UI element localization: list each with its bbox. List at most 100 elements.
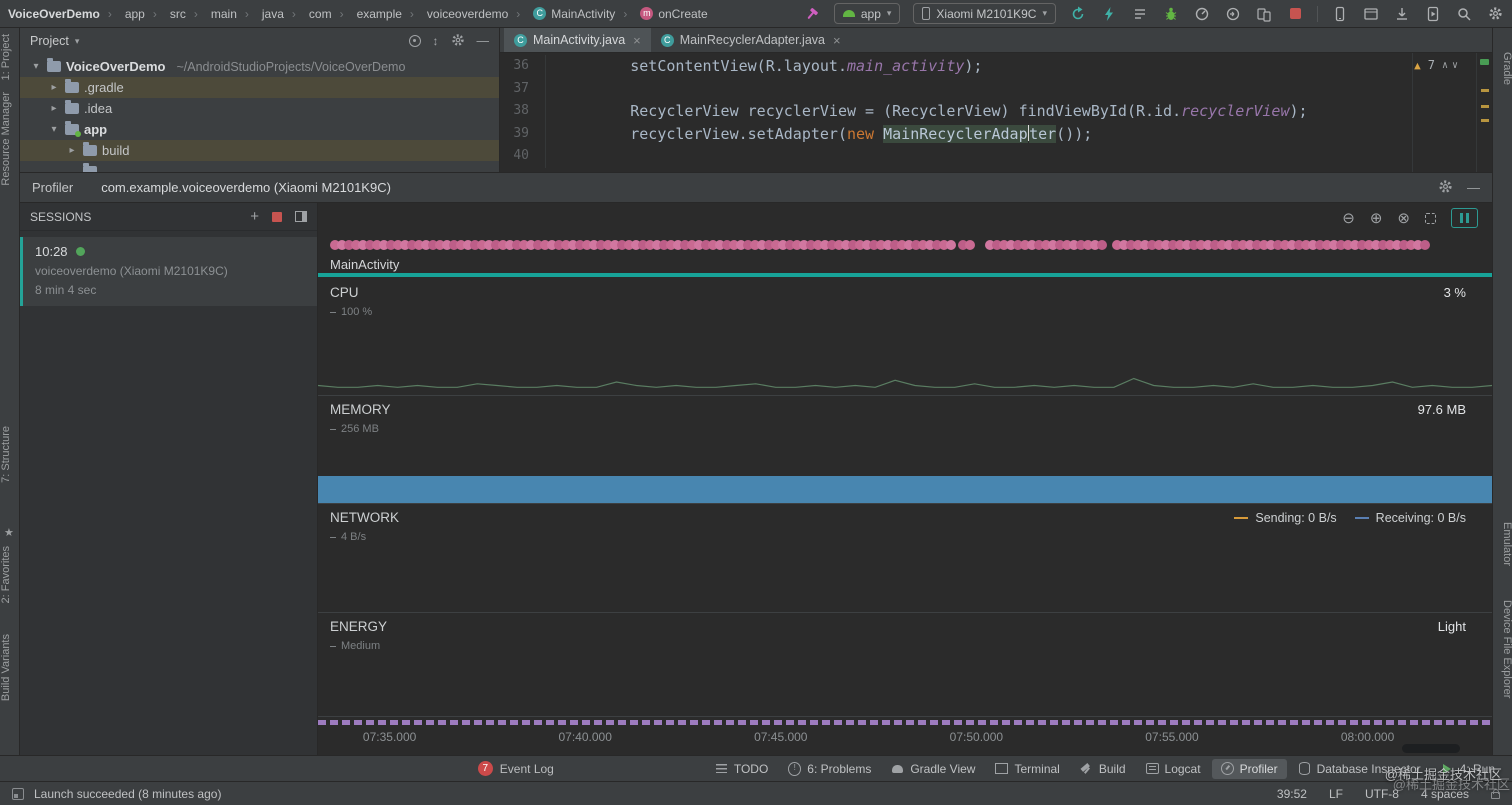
toolwindow-button[interactable]: Gradle View	[882, 759, 984, 779]
pause-live-button[interactable]	[1451, 208, 1478, 228]
breadcrumb-item[interactable]: example	[332, 7, 402, 21]
toolwindow-switcher-icon[interactable]	[12, 788, 24, 800]
favorites-star-icon[interactable]: ★	[4, 526, 14, 539]
breadcrumb-item[interactable]: VoiceOverDemo	[8, 7, 100, 21]
device-manager-icon[interactable]	[1331, 5, 1349, 23]
readonly-lock-icon[interactable]	[1491, 792, 1500, 799]
toolwindow-button[interactable]: 4: Run	[1432, 759, 1504, 779]
cpu-section[interactable]: CPU 3 % 100 %	[318, 279, 1492, 396]
prev-next-warning-icons[interactable]: ∧∨	[1442, 60, 1462, 71]
apply-changes-icon[interactable]	[1100, 5, 1118, 23]
close-tab-icon[interactable]: ×	[833, 33, 841, 48]
chevron-down-icon[interactable]: ▾	[75, 36, 80, 47]
tree-chevron-icon[interactable]: ▾	[30, 61, 42, 72]
add-session-icon[interactable]: +	[250, 209, 259, 224]
stop-icon[interactable]	[1286, 5, 1304, 23]
breadcrumb-item[interactable]: app	[100, 7, 145, 21]
toolwindow-button[interactable]: Build	[1071, 759, 1135, 779]
breadcrumb-item[interactable]: voiceoverdemo	[402, 7, 508, 21]
run-config-select[interactable]: app ▾	[834, 3, 901, 24]
energy-section[interactable]: ENERGY Light Medium	[318, 613, 1492, 717]
device-select[interactable]: Xiaomi M2101K9C ▾	[913, 3, 1056, 24]
toolwindow-stripe-button[interactable]: 7: Structure	[0, 426, 20, 483]
tree-row[interactable]: ▸ .idea	[20, 98, 499, 119]
locate-file-icon[interactable]	[409, 35, 421, 47]
toolwindow-button[interactable]: TODO	[706, 759, 777, 779]
profiler-session-tab[interactable]: com.example.voiceoverdemo (Xiaomi M2101K…	[101, 180, 391, 195]
toolwindow-stripe-button[interactable]: Resource Manager	[0, 92, 20, 186]
tree-chevron-icon[interactable]: ▸	[66, 145, 78, 156]
editor-tab[interactable]: MainRecyclerAdapter.java ×	[651, 28, 851, 52]
sdk-manager-icon[interactable]	[1393, 5, 1411, 23]
toolwindow-stripe-button[interactable]: Device File Explorer	[1493, 600, 1512, 698]
attach-debugger-icon[interactable]	[1224, 5, 1242, 23]
toolwindow-button[interactable]: Terminal	[986, 759, 1068, 779]
panel-settings-gear-icon[interactable]	[451, 33, 465, 50]
toolwindow-button[interactable]: Logcat	[1137, 759, 1210, 779]
activity-row[interactable]: MainActivity	[318, 257, 1492, 279]
tree-chevron-icon[interactable]: ▾	[48, 124, 60, 135]
debug-icon[interactable]	[1162, 5, 1180, 23]
hide-panel-icon[interactable]: —	[477, 34, 490, 48]
breadcrumb-item[interactable]: MainActivity	[508, 7, 615, 21]
multi-device-icon[interactable]	[1255, 5, 1273, 23]
tree-row[interactable]: ▸ build	[20, 140, 499, 161]
warning-stripe-mark[interactable]	[1481, 119, 1489, 122]
avd-manager-icon[interactable]	[1424, 5, 1442, 23]
code-line[interactable]: 40	[500, 145, 1476, 168]
event-log-button[interactable]: 7 Event Log	[478, 761, 554, 776]
collapse-panel-icon[interactable]	[295, 211, 307, 222]
layout-inspector-icon[interactable]	[1362, 5, 1380, 23]
search-everywhere-icon[interactable]	[1455, 5, 1473, 23]
toolwindow-button[interactable]: Database Inspector	[1289, 759, 1430, 779]
hammer-icon[interactable]	[803, 5, 821, 23]
cursor-position-widget[interactable]: 39:52	[1277, 787, 1307, 801]
rerun-activity-icon[interactable]	[1069, 5, 1087, 23]
code-editor[interactable]: 36 setContentView(R.layout.main_activity…	[500, 53, 1492, 172]
stop-session-icon[interactable]	[272, 212, 282, 222]
toolwindow-stripe-button[interactable]: 1: Project	[0, 34, 20, 80]
breadcrumb-item[interactable]: java	[237, 7, 284, 21]
breadcrumb-item[interactable]: onCreate	[615, 7, 707, 21]
encoding-widget[interactable]: UTF-8	[1365, 787, 1399, 801]
code-line[interactable]: 39 recyclerView.setAdapter(new MainRecyc…	[500, 123, 1476, 146]
session-item[interactable]: 10:28 voiceoverdemo (Xiaomi M2101K9C) 8 …	[20, 237, 317, 306]
code-line[interactable]: 38 RecyclerView recyclerView = (Recycler…	[500, 100, 1476, 123]
code-line[interactable]: 36 setContentView(R.layout.main_activity…	[500, 55, 1476, 78]
close-tab-icon[interactable]: ×	[633, 33, 641, 48]
profiler-tab[interactable]: Profiler	[32, 180, 73, 195]
toolwindow-stripe-button[interactable]: Gradle	[1493, 52, 1512, 85]
warning-stripe-mark[interactable]	[1481, 89, 1489, 92]
line-separator-widget[interactable]: LF	[1329, 787, 1343, 801]
collapse-all-icon[interactable]: ↕	[433, 34, 439, 48]
inspections-widget[interactable]: ▲ 7 ∧∨	[1414, 58, 1462, 72]
zoom-to-selection-icon[interactable]	[1425, 213, 1436, 224]
network-section[interactable]: NETWORK Sending: 0 B/s Receiving: 0 B/s	[318, 504, 1492, 613]
error-stripe[interactable]	[1476, 53, 1492, 172]
timeline[interactable]: 07:35.00007:40.00007:45.00007:50.00007:5…	[318, 717, 1492, 755]
breadcrumb-item[interactable]: com	[284, 7, 332, 21]
profiler-settings-gear-icon[interactable]	[1438, 179, 1453, 197]
settings-gear-icon[interactable]	[1486, 5, 1504, 23]
zoom-in-icon[interactable]: ⊕	[1370, 211, 1383, 226]
tree-row[interactable]: ▾ app	[20, 119, 499, 140]
profile-gauge-icon[interactable]	[1193, 5, 1211, 23]
tree-chevron-icon[interactable]: ▸	[48, 103, 60, 114]
minimize-panel-icon[interactable]: —	[1467, 180, 1480, 195]
zoom-out-icon[interactable]: ⊖	[1342, 211, 1355, 226]
tree-row[interactable]	[20, 161, 499, 172]
toolwindow-stripe-button[interactable]: 2: Favorites	[0, 546, 20, 603]
breadcrumb-item[interactable]: main	[186, 7, 237, 21]
toolwindow-button[interactable]: 6: Problems	[779, 759, 880, 779]
toolwindow-button[interactable]: Profiler	[1212, 759, 1287, 779]
code-menu-icon[interactable]	[1131, 5, 1149, 23]
horizontal-scrollbar-thumb[interactable]	[1402, 744, 1460, 753]
toolwindow-stripe-button[interactable]: Build Variants	[0, 634, 20, 701]
breadcrumb-item[interactable]: src	[145, 7, 186, 21]
editor-tab[interactable]: MainActivity.java ×	[504, 28, 651, 52]
tree-chevron-icon[interactable]: ▸	[48, 82, 60, 93]
code-line[interactable]: 37	[500, 78, 1476, 101]
reset-zoom-icon[interactable]: ⊗	[1397, 211, 1410, 226]
indent-widget[interactable]: 4 spaces	[1421, 787, 1469, 801]
tree-row[interactable]: ▸ .gradle	[20, 77, 499, 98]
